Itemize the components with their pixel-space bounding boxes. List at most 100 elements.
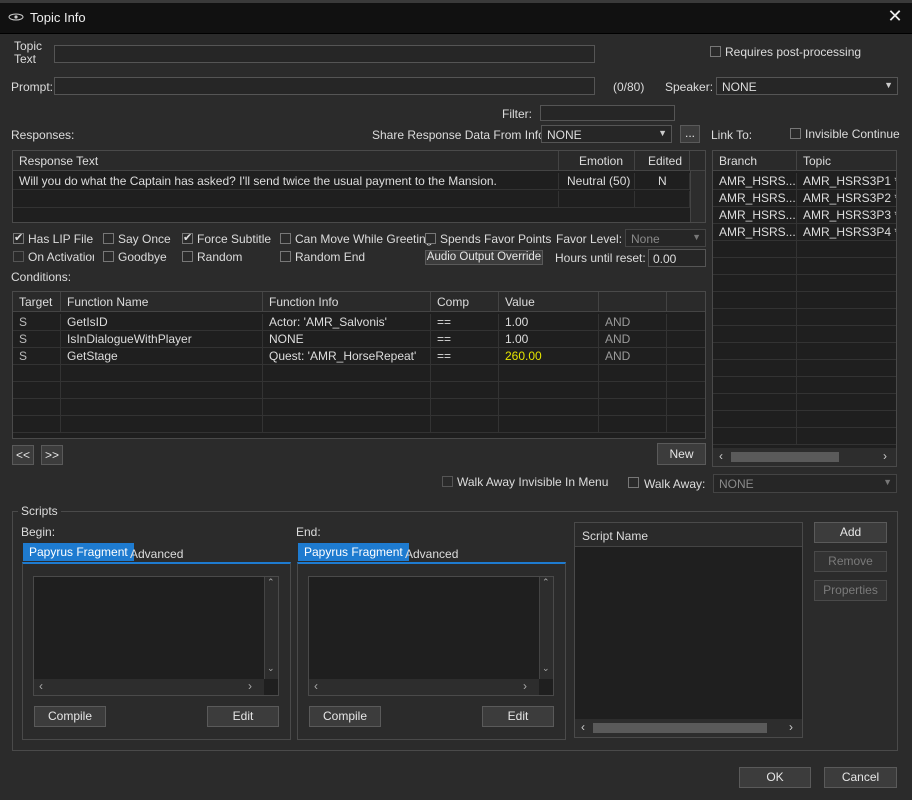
can-move-while-greeting-checkbox[interactable] bbox=[280, 233, 291, 244]
table-row[interactable]: Will you do what the Captain has asked? … bbox=[13, 173, 690, 190]
say-once-checkbox[interactable] bbox=[103, 233, 114, 244]
column-header-function-name[interactable]: Function Name bbox=[61, 292, 263, 312]
chevron-right-icon[interactable]: › bbox=[523, 679, 527, 693]
chevron-down-icon: ▼ bbox=[883, 477, 892, 487]
chevron-left-icon[interactable]: ‹ bbox=[719, 449, 723, 463]
topic-label-line2: Text bbox=[14, 52, 37, 66]
column-header-value[interactable]: Value bbox=[499, 292, 599, 312]
column-header-script-name[interactable]: Script Name bbox=[582, 529, 648, 543]
previous-condition-button[interactable]: << bbox=[12, 445, 34, 465]
close-icon[interactable]: ✕ bbox=[885, 6, 905, 26]
can-move-while-greeting-label: Can Move While Greeting bbox=[295, 232, 433, 246]
hours-until-reset-input[interactable]: 0.00 bbox=[648, 249, 706, 267]
end-compile-button[interactable]: Compile bbox=[309, 706, 381, 727]
condition-row bbox=[13, 399, 705, 416]
add-script-button[interactable]: Add bbox=[814, 522, 887, 543]
share-response-select[interactable]: NONE ▼ bbox=[541, 125, 672, 143]
condition-row bbox=[13, 365, 705, 382]
function-info-cell bbox=[263, 399, 431, 416]
chevron-right-icon[interactable]: › bbox=[883, 449, 887, 463]
begin-tab-papyrus-fragment[interactable]: Papyrus Fragment bbox=[23, 543, 134, 561]
remove-script-button[interactable]: Remove bbox=[814, 551, 887, 572]
link-to-horizontal-scrollbar[interactable]: ‹ › bbox=[713, 448, 896, 466]
end-vertical-scrollbar[interactable]: ⌃ ⌄ bbox=[539, 577, 553, 679]
column-header-edited[interactable]: Edited bbox=[635, 151, 690, 171]
random-checkbox[interactable] bbox=[182, 251, 193, 262]
value-cell bbox=[499, 365, 599, 382]
begin-horizontal-scrollbar[interactable]: ‹ › bbox=[34, 679, 264, 695]
column-header-target[interactable]: Target bbox=[13, 292, 61, 312]
condition-row[interactable]: S GetStage Quest: 'AMR_HorseRepeat' == 260.0… bbox=[13, 348, 705, 365]
chevron-up-icon[interactable]: ⌃ bbox=[267, 577, 275, 588]
force-subtitle-checkbox[interactable] bbox=[182, 231, 193, 244]
condition-row[interactable]: S GetIsID Actor: 'AMR_Salvonis' == 1.00 AND bbox=[13, 314, 705, 331]
begin-fragment-editor[interactable]: ⌃ ⌄ ‹ › bbox=[33, 576, 279, 696]
end-fragment-editor[interactable]: ⌃ ⌄ ‹ › bbox=[308, 576, 554, 696]
begin-vertical-scrollbar[interactable]: ⌃ ⌄ bbox=[264, 577, 278, 679]
share-response-browse-button[interactable]: ... bbox=[680, 125, 700, 143]
filter-input[interactable] bbox=[540, 105, 675, 121]
scroll-thumb[interactable] bbox=[731, 452, 839, 462]
link-to-row[interactable]: AMR_HSRS... AMR_HSRS3P4 * bbox=[713, 224, 896, 241]
favor-level-select[interactable]: None ▼ bbox=[625, 229, 706, 247]
end-edit-button[interactable]: Edit bbox=[482, 706, 554, 727]
script-list-horizontal-scrollbar[interactable]: ‹ › bbox=[575, 719, 802, 737]
column-header-branch[interactable]: Branch bbox=[713, 151, 797, 171]
speaker-label: Speaker: bbox=[665, 80, 714, 94]
column-header-function-info[interactable]: Function Info bbox=[263, 292, 431, 312]
force-subtitle-label: Force Subtitle bbox=[197, 232, 272, 246]
ok-button[interactable]: OK bbox=[739, 767, 811, 788]
walk-away-value: NONE bbox=[719, 477, 754, 491]
column-header-response-text[interactable]: Response Text bbox=[13, 151, 559, 171]
chevron-right-icon[interactable]: › bbox=[789, 720, 793, 734]
response-table-scrollbar[interactable] bbox=[690, 171, 705, 222]
goodbye-checkbox[interactable] bbox=[103, 251, 114, 262]
walk-away-select[interactable]: NONE ▼ bbox=[713, 474, 897, 493]
chevron-left-icon[interactable]: ‹ bbox=[314, 679, 318, 693]
chevron-right-icon[interactable]: › bbox=[248, 679, 252, 693]
link-to-row bbox=[713, 241, 896, 258]
prompt-input[interactable] bbox=[54, 77, 595, 95]
invisible-continue-checkbox[interactable] bbox=[790, 128, 801, 139]
target-cell: S bbox=[13, 348, 61, 365]
scroll-thumb[interactable] bbox=[593, 723, 767, 733]
column-header-emotion[interactable]: Emotion bbox=[559, 151, 635, 171]
begin-compile-button[interactable]: Compile bbox=[34, 706, 106, 727]
end-tab-advanced[interactable]: Advanced bbox=[405, 545, 458, 563]
requires-post-processing-checkbox[interactable] bbox=[710, 46, 721, 57]
link-to-table: Branch Topic AMR_HSRS... AMR_HSRS3P1 * AMR… bbox=[712, 150, 897, 467]
begin-edit-button[interactable]: Edit bbox=[207, 706, 279, 727]
target-cell bbox=[13, 382, 61, 399]
end-horizontal-scrollbar[interactable]: ‹ › bbox=[309, 679, 539, 695]
begin-tab-advanced[interactable]: Advanced bbox=[130, 545, 183, 563]
chevron-down-icon[interactable]: ⌄ bbox=[267, 663, 275, 674]
condition-row bbox=[13, 416, 705, 433]
end-tab-papyrus-fragment[interactable]: Papyrus Fragment bbox=[298, 543, 409, 561]
has-lip-file-checkbox[interactable] bbox=[13, 231, 24, 244]
new-condition-button[interactable]: New bbox=[657, 443, 706, 465]
walk-away-checkbox[interactable] bbox=[628, 477, 639, 488]
empty-cell bbox=[13, 191, 559, 208]
chevron-left-icon[interactable]: ‹ bbox=[581, 720, 585, 734]
properties-button[interactable]: Properties bbox=[814, 580, 887, 601]
spends-favor-points-checkbox[interactable] bbox=[425, 233, 436, 244]
value-cell: 1.00 bbox=[499, 314, 599, 331]
random-end-checkbox[interactable] bbox=[280, 251, 291, 262]
favor-level-value: None bbox=[631, 232, 660, 246]
chevron-left-icon[interactable]: ‹ bbox=[39, 679, 43, 693]
audio-output-override-button[interactable]: Audio Output Override bbox=[425, 250, 543, 265]
cancel-button[interactable]: Cancel bbox=[824, 767, 897, 788]
walk-away-invisible-checkbox[interactable] bbox=[442, 476, 453, 487]
condition-row[interactable]: S IsInDialogueWithPlayer NONE == 1.00 AND bbox=[13, 331, 705, 348]
column-header-comp[interactable]: Comp bbox=[431, 292, 499, 312]
speaker-select[interactable]: NONE ▼ bbox=[716, 77, 898, 95]
link-to-row[interactable]: AMR_HSRS... AMR_HSRS3P2 * bbox=[713, 190, 896, 207]
chevron-down-icon[interactable]: ⌄ bbox=[542, 663, 550, 674]
topic-text-input[interactable] bbox=[54, 45, 595, 63]
link-to-row[interactable]: AMR_HSRS... AMR_HSRS3P3 * bbox=[713, 207, 896, 224]
next-condition-button[interactable]: >> bbox=[41, 445, 63, 465]
column-header-topic[interactable]: Topic bbox=[797, 151, 896, 171]
link-to-row[interactable]: AMR_HSRS... AMR_HSRS3P1 * bbox=[713, 173, 896, 190]
on-activation-checkbox[interactable] bbox=[13, 251, 24, 262]
chevron-up-icon[interactable]: ⌃ bbox=[542, 577, 550, 588]
